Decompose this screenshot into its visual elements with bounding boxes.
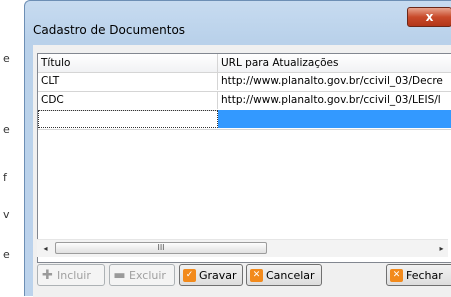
cell-url-selected[interactable]	[218, 110, 451, 128]
cell-titulo[interactable]: CLT	[38, 72, 218, 90]
window-title: Cadastro de Documentos	[33, 23, 186, 37]
close-button[interactable]: x	[407, 7, 451, 27]
cell-url[interactable]: http://www.planalto.gov.br/ccivil_03/LEI…	[218, 91, 451, 109]
cancelar-label: Cancelar	[266, 268, 315, 282]
scrollbar-thumb[interactable]: III	[55, 242, 267, 254]
bg-text: f	[3, 171, 7, 184]
plus-icon: ✚	[42, 267, 53, 283]
incluir-button[interactable]: ✚ Incluir	[37, 264, 105, 286]
scroll-left-arrow-icon[interactable]: ◂	[37, 240, 54, 257]
checkmark-icon: ✓	[183, 268, 196, 282]
column-header-titulo[interactable]: Título	[38, 54, 218, 72]
excluir-button[interactable]: ▬ Excluir	[109, 264, 175, 286]
close-icon: x	[425, 10, 434, 24]
dialog-window: Cadastro de Documentos x Título URL para…	[24, 0, 451, 297]
gravar-button[interactable]: ✓ Gravar	[179, 264, 243, 286]
close-x-icon: ✕	[390, 268, 403, 282]
column-header-url[interactable]: URL para Atualizações	[218, 54, 451, 72]
incluir-label: Incluir	[57, 268, 91, 282]
gravar-label: Gravar	[199, 268, 237, 282]
fechar-label: Fechar	[406, 268, 443, 282]
minus-icon: ▬	[113, 267, 126, 283]
title-bar[interactable]: Cadastro de Documentos x	[25, 1, 451, 37]
table-row[interactable]: CDC http://www.planalto.gov.br/ccivil_03…	[38, 91, 451, 111]
bg-text: e	[3, 52, 10, 65]
documents-grid[interactable]: Título URL para Atualizações CLT http://…	[37, 53, 451, 263]
cell-url[interactable]: http://www.planalto.gov.br/ccivil_03/Dec…	[218, 72, 451, 90]
cancelar-button[interactable]: ✕ Cancelar	[246, 264, 322, 286]
table-row-new[interactable]	[38, 110, 451, 130]
fechar-button[interactable]: ✕ Fechar	[386, 264, 451, 286]
scroll-right-arrow-icon[interactable]: ▸	[433, 240, 450, 257]
bg-text: e	[3, 248, 10, 261]
excluir-label: Excluir	[129, 268, 166, 282]
grid-header: Título URL para Atualizações	[38, 54, 451, 73]
cell-titulo[interactable]: CDC	[38, 91, 218, 109]
horizontal-scrollbar[interactable]: ◂ III ▸	[37, 239, 448, 257]
cancel-x-icon: ✕	[250, 268, 263, 282]
bg-text: e	[3, 123, 10, 136]
table-row[interactable]: CLT http://www.planalto.gov.br/ccivil_03…	[38, 72, 451, 92]
cell-titulo-new[interactable]	[38, 110, 218, 128]
bg-text: v	[3, 208, 10, 221]
dialog-client-area: Título URL para Atualizações CLT http://…	[33, 45, 451, 297]
